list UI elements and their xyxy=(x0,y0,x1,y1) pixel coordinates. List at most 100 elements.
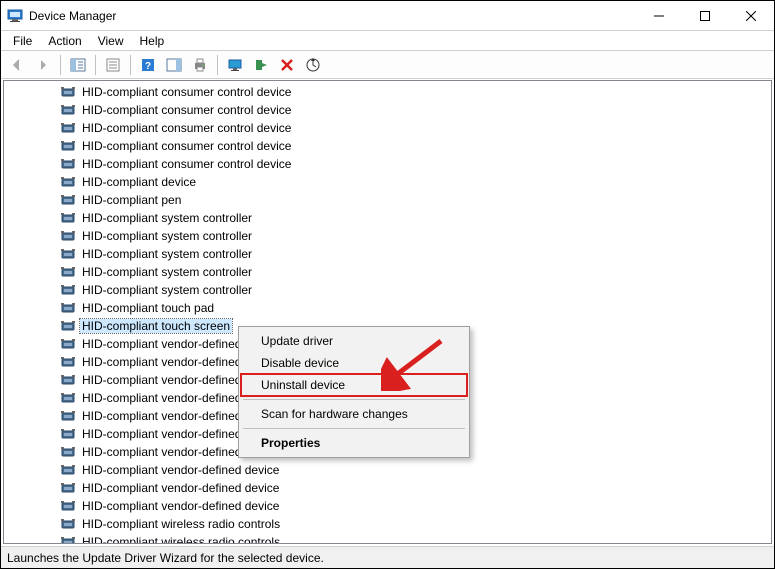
device-tree-pane: HID-compliant consumer control device HID… xyxy=(3,80,772,544)
device-tree-item[interactable]: HID-compliant system controller xyxy=(4,227,771,245)
device-label: HID-compliant consumer control device xyxy=(80,103,293,117)
device-tree-item[interactable]: HID-compliant wireless radio controls xyxy=(4,515,771,533)
device-tree-item[interactable]: HID-compliant wireless radio controls xyxy=(4,533,771,543)
context-menu: Update driver Disable device Uninstall d… xyxy=(238,326,470,458)
device-label: HID-compliant system controller xyxy=(80,211,254,225)
device-label: HID-compliant touch screen xyxy=(80,319,232,333)
device-label: HID-compliant vendor-defined device xyxy=(80,481,281,495)
device-tree-item[interactable]: HID-compliant vendor-defined device xyxy=(4,479,771,497)
device-tree-item[interactable]: HID-compliant touch pad xyxy=(4,299,771,317)
menu-action[interactable]: Action xyxy=(40,32,89,50)
ctx-update-driver[interactable]: Update driver xyxy=(241,330,467,352)
device-label: HID-compliant wireless radio controls xyxy=(80,535,282,543)
device-tree-item[interactable]: HID-compliant pen xyxy=(4,191,771,209)
device-tree-item[interactable]: HID-compliant consumer control device xyxy=(4,83,771,101)
device-tree-item[interactable]: HID-compliant consumer control device xyxy=(4,101,771,119)
ctx-scan-hardware[interactable]: Scan for hardware changes xyxy=(241,403,467,425)
ctx-separator xyxy=(243,428,465,429)
device-icon xyxy=(60,390,76,406)
device-icon xyxy=(60,192,76,208)
device-tree-item[interactable]: HID-compliant consumer control device xyxy=(4,119,771,137)
ctx-uninstall-device[interactable]: Uninstall device xyxy=(241,374,467,396)
properties-toolbar-button[interactable] xyxy=(101,53,125,77)
update-driver-toolbar-button[interactable] xyxy=(223,53,247,77)
app-icon xyxy=(7,8,23,24)
device-label: HID-compliant consumer control device xyxy=(80,139,293,153)
device-icon xyxy=(60,426,76,442)
device-tree-item[interactable]: HID-compliant system controller xyxy=(4,263,771,281)
uninstall-toolbar-button[interactable] xyxy=(275,53,299,77)
device-icon xyxy=(60,462,76,478)
action-pane-button[interactable] xyxy=(162,53,186,77)
status-bar: Launches the Update Driver Wizard for th… xyxy=(1,546,774,568)
device-label: HID-compliant system controller xyxy=(80,247,254,261)
device-icon xyxy=(60,210,76,226)
device-icon xyxy=(60,228,76,244)
print-button[interactable] xyxy=(188,53,212,77)
device-tree-item[interactable]: HID-compliant consumer control device xyxy=(4,137,771,155)
menu-help[interactable]: Help xyxy=(132,32,173,50)
device-icon xyxy=(60,318,76,334)
device-icon xyxy=(60,516,76,532)
toolbar-separator xyxy=(217,55,218,75)
window-title: Device Manager xyxy=(29,9,116,23)
device-tree-item[interactable]: HID-compliant system controller xyxy=(4,209,771,227)
device-label: HID-compliant system controller xyxy=(80,283,254,297)
back-button[interactable] xyxy=(5,53,29,77)
device-tree-item[interactable]: HID-compliant vendor-defined device xyxy=(4,497,771,515)
device-label: HID-compliant system controller xyxy=(80,229,254,243)
forward-button[interactable] xyxy=(31,53,55,77)
svg-text:?: ? xyxy=(145,61,151,72)
device-label: HID-compliant vendor-defined device xyxy=(80,463,281,477)
device-icon xyxy=(60,264,76,280)
window-controls xyxy=(636,1,774,31)
device-tree-item[interactable]: HID-compliant vendor-defined device xyxy=(4,461,771,479)
device-label: HID-compliant device xyxy=(80,175,198,189)
device-icon xyxy=(60,156,76,172)
device-label: HID-compliant vendor-defined device xyxy=(80,499,281,513)
device-icon xyxy=(60,246,76,262)
show-tree-button[interactable] xyxy=(66,53,90,77)
ctx-properties[interactable]: Properties xyxy=(241,432,467,454)
device-icon xyxy=(60,372,76,388)
status-text: Launches the Update Driver Wizard for th… xyxy=(7,551,324,565)
menu-view[interactable]: View xyxy=(90,32,132,50)
scan-hardware-button[interactable] xyxy=(301,53,325,77)
device-tree-item[interactable]: HID-compliant system controller xyxy=(4,245,771,263)
device-label: HID-compliant system controller xyxy=(80,265,254,279)
device-icon xyxy=(60,480,76,496)
help-toolbar-button[interactable]: ? xyxy=(136,53,160,77)
device-label: HID-compliant consumer control device xyxy=(80,121,293,135)
device-icon xyxy=(60,444,76,460)
device-icon xyxy=(60,336,76,352)
enable-device-button[interactable] xyxy=(249,53,273,77)
toolbar-separator xyxy=(130,55,131,75)
close-button[interactable] xyxy=(728,1,774,31)
toolbar-separator xyxy=(60,55,61,75)
device-icon xyxy=(60,84,76,100)
device-tree-item[interactable]: HID-compliant consumer control device xyxy=(4,155,771,173)
toolbar: ? xyxy=(1,51,774,79)
device-icon xyxy=(60,300,76,316)
device-icon xyxy=(60,408,76,424)
minimize-button[interactable] xyxy=(636,1,682,31)
toolbar-separator xyxy=(95,55,96,75)
device-icon xyxy=(60,354,76,370)
device-icon xyxy=(60,498,76,514)
device-icon xyxy=(60,174,76,190)
device-icon xyxy=(60,102,76,118)
device-tree-item[interactable]: HID-compliant device xyxy=(4,173,771,191)
menu-bar: File Action View Help xyxy=(1,31,774,51)
device-tree[interactable]: HID-compliant consumer control device HID… xyxy=(4,81,771,543)
menu-file[interactable]: File xyxy=(5,32,40,50)
device-label: HID-compliant pen xyxy=(80,193,183,207)
title-bar: Device Manager xyxy=(1,1,774,31)
device-tree-item[interactable]: HID-compliant system controller xyxy=(4,281,771,299)
maximize-button[interactable] xyxy=(682,1,728,31)
device-label: HID-compliant consumer control device xyxy=(80,157,293,171)
ctx-separator xyxy=(243,399,465,400)
device-label: HID-compliant touch pad xyxy=(80,301,216,315)
ctx-disable-device[interactable]: Disable device xyxy=(241,352,467,374)
device-icon xyxy=(60,120,76,136)
device-icon xyxy=(60,282,76,298)
